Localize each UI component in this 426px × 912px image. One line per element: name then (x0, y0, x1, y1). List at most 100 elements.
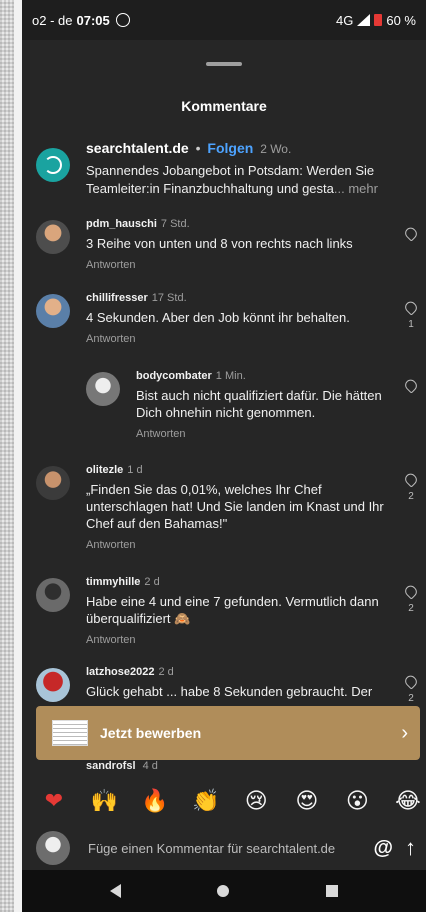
comment-age: 1 Min. (215, 370, 246, 382)
whatsapp-icon (115, 13, 130, 27)
fire-emoji-button[interactable]: 🔥 (137, 789, 173, 814)
comment-age: 4 d (142, 760, 158, 772)
comment-body: chillifresser 17 Std. 4 Sekunden. Aber de… (86, 292, 392, 345)
chevron-right-icon: › (401, 721, 408, 744)
system-nav-bar (22, 870, 426, 912)
raising-hands-emoji-button[interactable]: 🙌 (87, 789, 123, 814)
avatar[interactable] (86, 372, 120, 406)
like-count: 2 (408, 603, 414, 614)
clapping-emoji-button[interactable]: 👏 (188, 789, 224, 814)
comment-text: 4 Sekunden. Aber den Job könnt ihr behal… (86, 310, 350, 325)
clock: 07:05 (76, 12, 110, 28)
network-label: 4G (336, 12, 354, 28)
comment-username[interactable]: chillifresser (86, 292, 148, 304)
comment-username[interactable]: timmyhille (86, 576, 140, 588)
comment-reply: bodycombater 1 Min. Bist auch nicht quali… (86, 370, 426, 440)
mention-icon[interactable]: @ (373, 837, 393, 860)
caption-header: searchtalent.de • Folgen 2 Wo. (86, 140, 412, 156)
reply-button[interactable]: Antworten (86, 333, 392, 345)
avatar[interactable] (36, 466, 70, 500)
comment: pdm_hauschi 7 Std. 3 Reihe von unten und … (36, 218, 426, 271)
comment-composer: Füge einen Kommentar für searchtalent.de… (22, 826, 426, 870)
apply-banner[interactable]: Jetzt bewerben › (36, 706, 420, 760)
like-button[interactable] (402, 377, 420, 397)
comment-input[interactable]: Füge einen Kommentar für searchtalent.de (88, 841, 361, 856)
caption-username[interactable]: searchtalent.de (86, 140, 189, 156)
like-count: 2 (408, 693, 414, 704)
heart-icon (402, 299, 420, 316)
comment-username[interactable]: bodycombater (136, 370, 212, 382)
carrier-label: o2 - de (32, 12, 73, 28)
status-right: 4G 60 % (336, 13, 416, 28)
comment-username[interactable]: sandrofsl (86, 760, 136, 772)
like-count: 2 (408, 491, 414, 502)
comment-body: pdm_hauschi 7 Std. 3 Reihe von unten und … (86, 218, 392, 271)
comment-body: timmyhille 2 d Habe eine 4 und eine 7 gef… (86, 576, 392, 646)
comment: timmyhille 2 d Habe eine 4 und eine 7 gef… (36, 576, 426, 646)
comment-username[interactable]: olitezle (86, 464, 123, 476)
comment-text: Glück gehabt ... habe 8 Sekunden gebrauc… (86, 684, 373, 699)
reply-button[interactable]: Antworten (86, 539, 392, 551)
crying-emoji-button[interactable]: 😢 (238, 789, 274, 814)
emoji-quick-bar: ❤ 🙌 🔥 👏 😢 😍 😮 😂 (22, 778, 426, 824)
avatar[interactable] (36, 668, 70, 702)
comment-meta: bodycombater 1 Min. (136, 370, 392, 382)
like-count: 1 (408, 319, 414, 330)
avatar[interactable] (36, 294, 70, 328)
comment-text: Bist auch nicht qualifiziert dafür. Die … (136, 388, 382, 420)
comment-meta: latzhose2022 2 d (86, 666, 392, 678)
comment-text: „Finden Sie das 0,01%, welches Ihr Chef … (86, 482, 384, 531)
phone-screen: o2 - de 07:05 4G 60 % Kommentare searcht… (22, 0, 426, 912)
like-button[interactable]: 2 (402, 583, 420, 614)
follow-button[interactable]: Folgen (207, 140, 253, 156)
comment-text: Habe eine 4 und eine 7 gefunden. Vermutl… (86, 594, 379, 626)
comment-age: 2 d (158, 666, 174, 678)
comment-age: 7 Std. (160, 218, 190, 230)
heart-icon (402, 673, 420, 690)
post-caption: searchtalent.de • Folgen 2 Wo. Spannende… (36, 140, 412, 198)
like-button[interactable]: 1 (402, 299, 420, 330)
like-button[interactable] (402, 225, 420, 245)
avatar[interactable] (36, 148, 70, 182)
heart-eyes-emoji-button[interactable]: 😍 (289, 789, 325, 814)
comment-username-peek: sandrofsl 4 d (86, 760, 158, 772)
comment-body: bodycombater 1 Min. Bist auch nicht quali… (136, 370, 392, 440)
comment-text: 3 Reihe von unten und 8 von rechts nach … (86, 236, 353, 251)
back-icon[interactable] (110, 884, 122, 898)
comment: chillifresser 17 Std. 4 Sekunden. Aber de… (36, 292, 426, 345)
reply-button[interactable]: Antworten (136, 428, 392, 440)
send-icon[interactable]: ↑ (405, 835, 416, 861)
status-bar: o2 - de 07:05 4G 60 % (22, 0, 426, 40)
screenshot-frame (0, 0, 14, 912)
avatar (36, 831, 70, 865)
red-heart-emoji-button[interactable]: ❤ (36, 789, 72, 814)
separator: • (195, 140, 201, 156)
like-button[interactable]: 2 (402, 673, 420, 704)
more-link[interactable]: ... mehr (334, 181, 378, 196)
avatar[interactable] (36, 220, 70, 254)
heart-icon (402, 471, 420, 488)
comment-username[interactable]: pdm_hauschi (86, 218, 157, 230)
apply-label: Jetzt bewerben (100, 725, 202, 741)
comment-age: 2 d (144, 576, 160, 588)
avatar[interactable] (36, 578, 70, 612)
reply-button[interactable]: Antworten (86, 634, 392, 646)
sheet-drag-handle[interactable] (206, 62, 242, 66)
caption-text: Spannendes Jobangebot in Potsdam: Werden… (86, 162, 412, 198)
comment-age: 17 Std. (151, 292, 187, 304)
comment-meta: chillifresser 17 Std. (86, 292, 392, 304)
surprised-emoji-button[interactable]: 😮 (339, 789, 375, 814)
home-icon[interactable] (217, 885, 230, 897)
comment-meta: olitezle 1 d (86, 464, 392, 476)
post-thumbnail (52, 720, 88, 746)
comment-username[interactable]: latzhose2022 (86, 666, 154, 678)
like-button[interactable]: 2 (402, 471, 420, 502)
comment-meta: pdm_hauschi 7 Std. (86, 218, 392, 230)
caption-body: Spannendes Jobangebot in Potsdam: Werden… (86, 163, 375, 196)
reply-button[interactable]: Antworten (86, 259, 392, 271)
heart-icon (402, 583, 420, 600)
laughing-emoji-button[interactable]: 😂 (390, 789, 426, 814)
comment-body: latzhose2022 2 d Glück gehabt ... habe 8 … (86, 666, 392, 700)
recents-icon[interactable] (325, 885, 338, 897)
heart-icon (402, 377, 420, 394)
